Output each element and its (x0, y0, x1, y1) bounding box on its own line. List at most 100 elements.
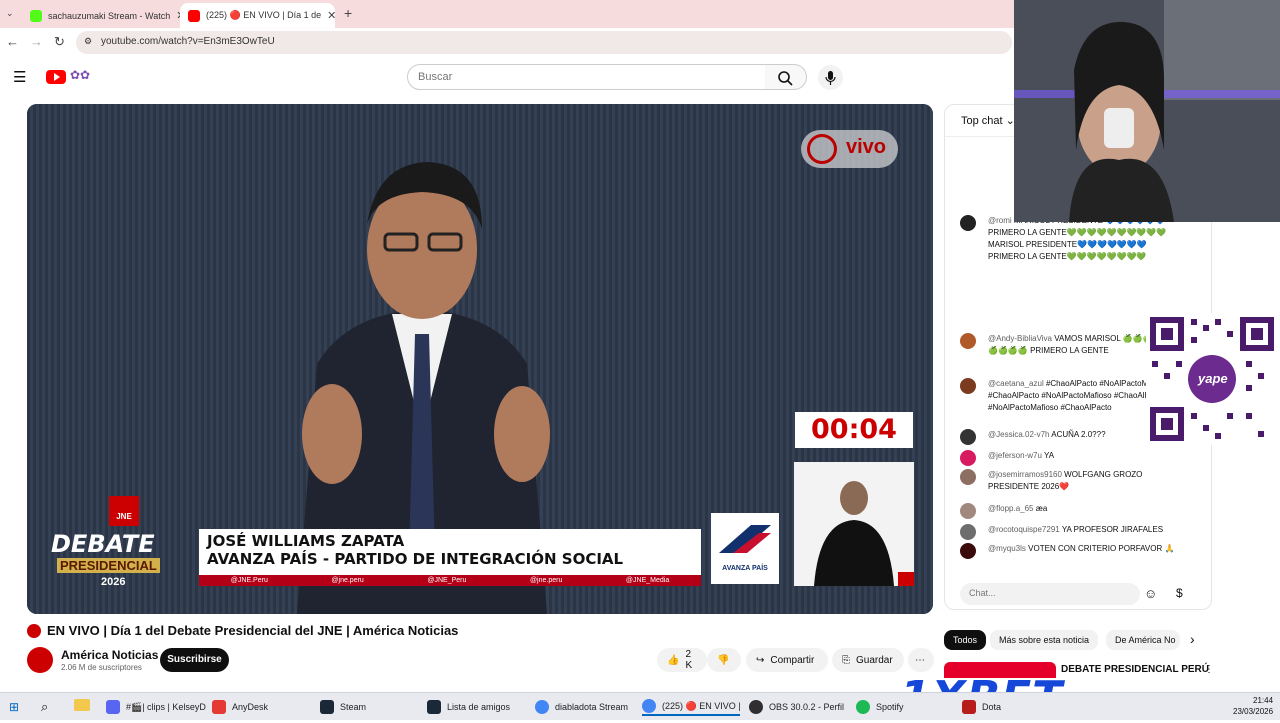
windows-start-icon[interactable]: ⊞ (9, 700, 19, 714)
chip-all[interactable]: Todos (944, 630, 987, 650)
chip-america[interactable]: De América No (1106, 630, 1180, 650)
taskbar-label: Lista de amigos (447, 702, 511, 712)
chat-mode-dropdown[interactable]: Top chat (961, 115, 1003, 127)
avatar[interactable] (960, 503, 976, 519)
taskbar-label: Spotify (876, 702, 904, 712)
avatar[interactable] (960, 378, 976, 394)
obs-icon (749, 700, 763, 714)
taskbar-item-discord[interactable]: #🎬| clips | KelseyD... (106, 698, 206, 716)
chevron-right-icon[interactable]: › (1190, 631, 1195, 647)
chat-text: ACUÑA 2.0??? (1051, 430, 1106, 439)
search-input[interactable]: Buscar (407, 64, 766, 90)
taskbar-item-chrome-1[interactable]: diabladota Stream ... (535, 698, 629, 716)
debate-logo: JNE DEBATE PRESIDENCIAL 2026 (51, 496, 191, 592)
speaker-lower-third: JOSÉ WILLIAMS ZAPATA AVANZA PAÍS - PARTI… (199, 529, 701, 575)
subscriber-count: 2.06 M de suscriptores (61, 663, 142, 672)
chat-message: @rocotoquispe7291 YA PROFESOR JIRAFALES (960, 524, 1178, 540)
chat-placeholder: Chat... (969, 588, 996, 598)
taskbar-item-dota[interactable]: Dota (962, 698, 1012, 716)
chat-author[interactable]: @jeferson-w7u (988, 451, 1042, 460)
browser-tab-bar: ⌄ sachauzumaki Stream - Watch ✕ (225) 🔴 … (0, 0, 1014, 28)
avatar[interactable] (960, 333, 976, 349)
subscribe-button[interactable]: Suscribirse (160, 648, 229, 672)
url-field[interactable]: ⚙ youtube.com/watch?v=En3mE3OwTeU (76, 31, 1012, 54)
tab-title: (225) 🔴 EN VIVO | Día 1 de (206, 10, 322, 20)
chat-author[interactable]: @caetana_azul (988, 379, 1044, 388)
chat-message: @flopp.a_65 æa (960, 503, 1178, 519)
tab-youtube[interactable]: (225) 🔴 EN VIVO | Día 1 de ✕ (180, 3, 335, 28)
close-icon[interactable]: ✕ (170, 9, 180, 22)
discord-icon (106, 700, 120, 714)
party-emblem-icon (719, 525, 771, 553)
related-video-title[interactable]: DEBATE PRESIDENCIAL PERÚ (1061, 664, 1209, 675)
chat-author[interactable]: @myqu3ls (988, 544, 1026, 553)
social-handles-strip: @JNE.Peru @jne.peru @JNE_Peru @jne.peru … (199, 575, 701, 586)
webcam-scene (1014, 0, 1280, 222)
steam-icon (320, 700, 334, 714)
voice-search-button[interactable] (818, 65, 843, 90)
chip-more-news[interactable]: Más sobre esta noticia (990, 630, 1099, 650)
video-player[interactable]: vivo 00:04 JNE DEBATE PRESIDENCIAL 2026 … (27, 104, 933, 614)
forward-icon[interactable]: → (30, 34, 43, 49)
taskbar-item-obs[interactable]: OBS 30.0.2 - Perfil: ... (749, 698, 844, 716)
taskbar-item-chrome-2[interactable]: (225) 🔴 EN VIVO | ... (642, 698, 740, 716)
america-logo (898, 572, 914, 586)
stream-side-strip (1212, 222, 1280, 692)
avatar[interactable] (960, 543, 976, 559)
channel-name[interactable]: América Noticias (61, 648, 158, 662)
avatar[interactable] (960, 450, 976, 466)
taskbar-item-anydesk[interactable]: AnyDesk (212, 698, 312, 716)
reload-icon[interactable]: ↻ (54, 34, 65, 50)
chat-author[interactable]: @flopp.a_65 (988, 504, 1034, 513)
channel-avatar[interactable] (27, 647, 53, 673)
steam-icon (427, 700, 441, 714)
taskbar-item-spotify[interactable]: Spotify (856, 698, 916, 716)
chat-message: @myqu3ls VOTEN CON CRITERIO PORFAVOR 🙏 (960, 543, 1178, 559)
youtube-icon (188, 9, 200, 22)
youtube-logo[interactable] (46, 70, 66, 84)
site-info-icon[interactable]: ⚙ (84, 36, 92, 47)
like-button[interactable]: 👍 2 K (657, 648, 707, 672)
social-handle: @JNE_Peru (427, 577, 467, 584)
menu-icon[interactable]: ☰ (13, 68, 26, 86)
taskbar-item-friends[interactable]: Lista de amigos (427, 698, 527, 716)
clock-date: 23/03/2026 (1233, 707, 1274, 716)
bookmark-icon: ⎘ (842, 654, 850, 666)
new-tab-button[interactable]: + (344, 5, 352, 21)
save-button[interactable]: ⎘ Guardar (832, 648, 904, 672)
search-icon[interactable]: ⌕ (41, 699, 48, 715)
share-label: Compartir (770, 654, 815, 666)
social-handle: @JNE_Media (625, 577, 670, 584)
file-explorer-icon[interactable] (74, 699, 90, 711)
emoji-icon[interactable]: ☺ (1144, 586, 1157, 601)
system-clock[interactable]: 21:44 23/03/2026 (1233, 695, 1273, 717)
chat-author[interactable]: @romi (988, 216, 1012, 225)
avatar[interactable] (960, 429, 976, 445)
chrome-icon (642, 699, 656, 713)
chat-author[interactable]: @Andy-BibliaViva (988, 334, 1052, 343)
tab-kick[interactable]: sachauzumaki Stream - Watch ✕ (22, 3, 180, 28)
chat-author[interactable]: @rocotoquispe7291 (988, 525, 1060, 534)
search-icon (778, 71, 793, 86)
chat-author[interactable]: @josemirramos9160 (988, 470, 1062, 479)
social-handle: @JNE.Peru (230, 577, 268, 584)
avatar[interactable] (960, 215, 976, 231)
tab-search-icon[interactable]: ⌄ (6, 8, 14, 19)
avatar[interactable] (960, 524, 976, 540)
taskbar-item-steam[interactable]: Steam (320, 698, 420, 716)
super-chat-icon[interactable]: $ (1176, 586, 1183, 600)
chat-author[interactable]: @Jessica.02-v7h (988, 430, 1049, 439)
social-handle: @jne.peru (331, 577, 364, 584)
close-icon[interactable]: ✕ (321, 9, 335, 22)
chat-input[interactable]: Chat... (960, 583, 1140, 605)
dislike-button[interactable]: 👎 (707, 648, 741, 672)
more-actions-button[interactable]: ⋯ (908, 648, 934, 672)
taskbar-label: OBS 30.0.2 - Perfil: ... (769, 702, 844, 712)
video-title-row: EN VIVO | Día 1 del Debate Presidencial … (27, 623, 933, 638)
back-icon[interactable]: ← (6, 34, 19, 49)
live-dot-icon (27, 623, 41, 638)
share-button[interactable]: ↪ Compartir (746, 648, 828, 672)
clock-time: 21:44 (1253, 696, 1274, 705)
avatar[interactable] (960, 469, 976, 485)
search-button[interactable] (765, 64, 807, 90)
